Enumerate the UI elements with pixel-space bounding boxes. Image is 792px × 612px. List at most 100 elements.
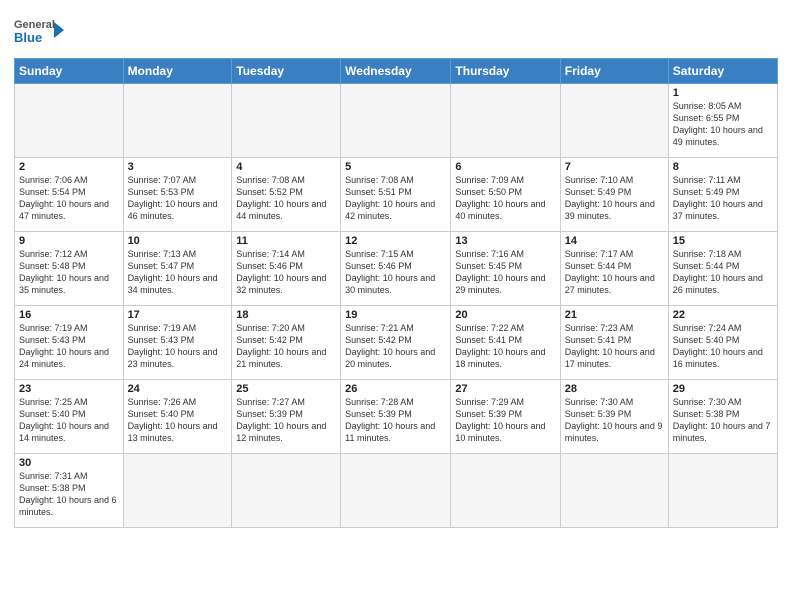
calendar-cell: 18Sunrise: 7:20 AM Sunset: 5:42 PM Dayli… [232, 306, 341, 380]
calendar-cell: 25Sunrise: 7:27 AM Sunset: 5:39 PM Dayli… [232, 380, 341, 454]
day-info: Sunrise: 7:30 AM Sunset: 5:38 PM Dayligh… [673, 396, 773, 445]
day-info: Sunrise: 7:23 AM Sunset: 5:41 PM Dayligh… [565, 322, 664, 371]
calendar-header-wednesday: Wednesday [341, 59, 451, 84]
day-info: Sunrise: 7:25 AM Sunset: 5:40 PM Dayligh… [19, 396, 119, 445]
day-number: 30 [19, 457, 119, 469]
calendar-header-monday: Monday [123, 59, 232, 84]
day-number: 29 [673, 383, 773, 395]
page: General Blue SundayMondayTuesdayWednesda… [0, 0, 792, 612]
calendar-cell: 30Sunrise: 7:31 AM Sunset: 5:38 PM Dayli… [15, 454, 124, 528]
day-info: Sunrise: 7:10 AM Sunset: 5:49 PM Dayligh… [565, 174, 664, 223]
calendar-cell: 10Sunrise: 7:13 AM Sunset: 5:47 PM Dayli… [123, 232, 232, 306]
calendar-cell: 3Sunrise: 7:07 AM Sunset: 5:53 PM Daylig… [123, 158, 232, 232]
day-number: 20 [455, 309, 555, 321]
calendar-week-row: 23Sunrise: 7:25 AM Sunset: 5:40 PM Dayli… [15, 380, 778, 454]
calendar-cell: 16Sunrise: 7:19 AM Sunset: 5:43 PM Dayli… [15, 306, 124, 380]
day-info: Sunrise: 7:11 AM Sunset: 5:49 PM Dayligh… [673, 174, 773, 223]
calendar-cell [668, 454, 777, 528]
day-number: 2 [19, 161, 119, 173]
calendar-cell: 8Sunrise: 7:11 AM Sunset: 5:49 PM Daylig… [668, 158, 777, 232]
day-info: Sunrise: 7:29 AM Sunset: 5:39 PM Dayligh… [455, 396, 555, 445]
day-info: Sunrise: 7:27 AM Sunset: 5:39 PM Dayligh… [236, 396, 336, 445]
calendar-cell: 5Sunrise: 7:08 AM Sunset: 5:51 PM Daylig… [341, 158, 451, 232]
calendar-cell [451, 84, 560, 158]
day-number: 4 [236, 161, 336, 173]
calendar-cell: 23Sunrise: 7:25 AM Sunset: 5:40 PM Dayli… [15, 380, 124, 454]
calendar-cell [123, 84, 232, 158]
day-info: Sunrise: 7:19 AM Sunset: 5:43 PM Dayligh… [128, 322, 228, 371]
calendar-cell: 27Sunrise: 7:29 AM Sunset: 5:39 PM Dayli… [451, 380, 560, 454]
day-number: 7 [565, 161, 664, 173]
calendar-cell: 14Sunrise: 7:17 AM Sunset: 5:44 PM Dayli… [560, 232, 668, 306]
calendar-cell: 21Sunrise: 7:23 AM Sunset: 5:41 PM Dayli… [560, 306, 668, 380]
day-info: Sunrise: 7:26 AM Sunset: 5:40 PM Dayligh… [128, 396, 228, 445]
calendar-cell [451, 454, 560, 528]
day-info: Sunrise: 7:13 AM Sunset: 5:47 PM Dayligh… [128, 248, 228, 297]
day-number: 28 [565, 383, 664, 395]
calendar-header-saturday: Saturday [668, 59, 777, 84]
day-info: Sunrise: 7:20 AM Sunset: 5:42 PM Dayligh… [236, 322, 336, 371]
day-number: 22 [673, 309, 773, 321]
calendar-cell: 17Sunrise: 7:19 AM Sunset: 5:43 PM Dayli… [123, 306, 232, 380]
calendar-cell [15, 84, 124, 158]
calendar-header-tuesday: Tuesday [232, 59, 341, 84]
logo: General Blue [14, 14, 64, 52]
calendar-cell [341, 454, 451, 528]
header: General Blue [14, 10, 778, 52]
calendar-cell: 28Sunrise: 7:30 AM Sunset: 5:39 PM Dayli… [560, 380, 668, 454]
day-info: Sunrise: 7:09 AM Sunset: 5:50 PM Dayligh… [455, 174, 555, 223]
calendar-cell: 20Sunrise: 7:22 AM Sunset: 5:41 PM Dayli… [451, 306, 560, 380]
calendar-cell [560, 84, 668, 158]
day-number: 11 [236, 235, 336, 247]
calendar-cell: 11Sunrise: 7:14 AM Sunset: 5:46 PM Dayli… [232, 232, 341, 306]
calendar-week-row: 30Sunrise: 7:31 AM Sunset: 5:38 PM Dayli… [15, 454, 778, 528]
svg-text:Blue: Blue [14, 30, 42, 45]
calendar-cell: 19Sunrise: 7:21 AM Sunset: 5:42 PM Dayli… [341, 306, 451, 380]
day-info: Sunrise: 7:30 AM Sunset: 5:39 PM Dayligh… [565, 396, 664, 445]
calendar-cell: 13Sunrise: 7:16 AM Sunset: 5:45 PM Dayli… [451, 232, 560, 306]
calendar-cell: 24Sunrise: 7:26 AM Sunset: 5:40 PM Dayli… [123, 380, 232, 454]
day-info: Sunrise: 7:15 AM Sunset: 5:46 PM Dayligh… [345, 248, 446, 297]
calendar-cell: 2Sunrise: 7:06 AM Sunset: 5:54 PM Daylig… [15, 158, 124, 232]
day-number: 19 [345, 309, 446, 321]
day-number: 17 [128, 309, 228, 321]
day-number: 9 [19, 235, 119, 247]
calendar-cell: 26Sunrise: 7:28 AM Sunset: 5:39 PM Dayli… [341, 380, 451, 454]
day-number: 13 [455, 235, 555, 247]
day-info: Sunrise: 7:21 AM Sunset: 5:42 PM Dayligh… [345, 322, 446, 371]
calendar-cell: 7Sunrise: 7:10 AM Sunset: 5:49 PM Daylig… [560, 158, 668, 232]
day-info: Sunrise: 7:18 AM Sunset: 5:44 PM Dayligh… [673, 248, 773, 297]
day-number: 8 [673, 161, 773, 173]
calendar-cell: 4Sunrise: 7:08 AM Sunset: 5:52 PM Daylig… [232, 158, 341, 232]
calendar-week-row: 16Sunrise: 7:19 AM Sunset: 5:43 PM Dayli… [15, 306, 778, 380]
calendar-header-friday: Friday [560, 59, 668, 84]
calendar-cell [232, 84, 341, 158]
calendar-cell: 9Sunrise: 7:12 AM Sunset: 5:48 PM Daylig… [15, 232, 124, 306]
day-number: 15 [673, 235, 773, 247]
day-number: 23 [19, 383, 119, 395]
calendar-cell: 29Sunrise: 7:30 AM Sunset: 5:38 PM Dayli… [668, 380, 777, 454]
calendar-header-row: SundayMondayTuesdayWednesdayThursdayFrid… [15, 59, 778, 84]
calendar-week-row: 9Sunrise: 7:12 AM Sunset: 5:48 PM Daylig… [15, 232, 778, 306]
day-number: 27 [455, 383, 555, 395]
calendar-header-sunday: Sunday [15, 59, 124, 84]
day-info: Sunrise: 7:19 AM Sunset: 5:43 PM Dayligh… [19, 322, 119, 371]
day-info: Sunrise: 7:22 AM Sunset: 5:41 PM Dayligh… [455, 322, 555, 371]
calendar-week-row: 1Sunrise: 8:05 AM Sunset: 6:55 PM Daylig… [15, 84, 778, 158]
calendar-cell: 6Sunrise: 7:09 AM Sunset: 5:50 PM Daylig… [451, 158, 560, 232]
calendar-header-thursday: Thursday [451, 59, 560, 84]
day-number: 16 [19, 309, 119, 321]
day-number: 25 [236, 383, 336, 395]
day-number: 14 [565, 235, 664, 247]
day-number: 21 [565, 309, 664, 321]
day-info: Sunrise: 7:07 AM Sunset: 5:53 PM Dayligh… [128, 174, 228, 223]
generalblue-logo: General Blue [14, 14, 64, 52]
day-number: 3 [128, 161, 228, 173]
day-number: 1 [673, 87, 773, 99]
day-info: Sunrise: 7:08 AM Sunset: 5:52 PM Dayligh… [236, 174, 336, 223]
day-number: 5 [345, 161, 446, 173]
day-info: Sunrise: 7:12 AM Sunset: 5:48 PM Dayligh… [19, 248, 119, 297]
calendar: SundayMondayTuesdayWednesdayThursdayFrid… [14, 58, 778, 528]
day-info: Sunrise: 7:24 AM Sunset: 5:40 PM Dayligh… [673, 322, 773, 371]
day-info: Sunrise: 7:14 AM Sunset: 5:46 PM Dayligh… [236, 248, 336, 297]
